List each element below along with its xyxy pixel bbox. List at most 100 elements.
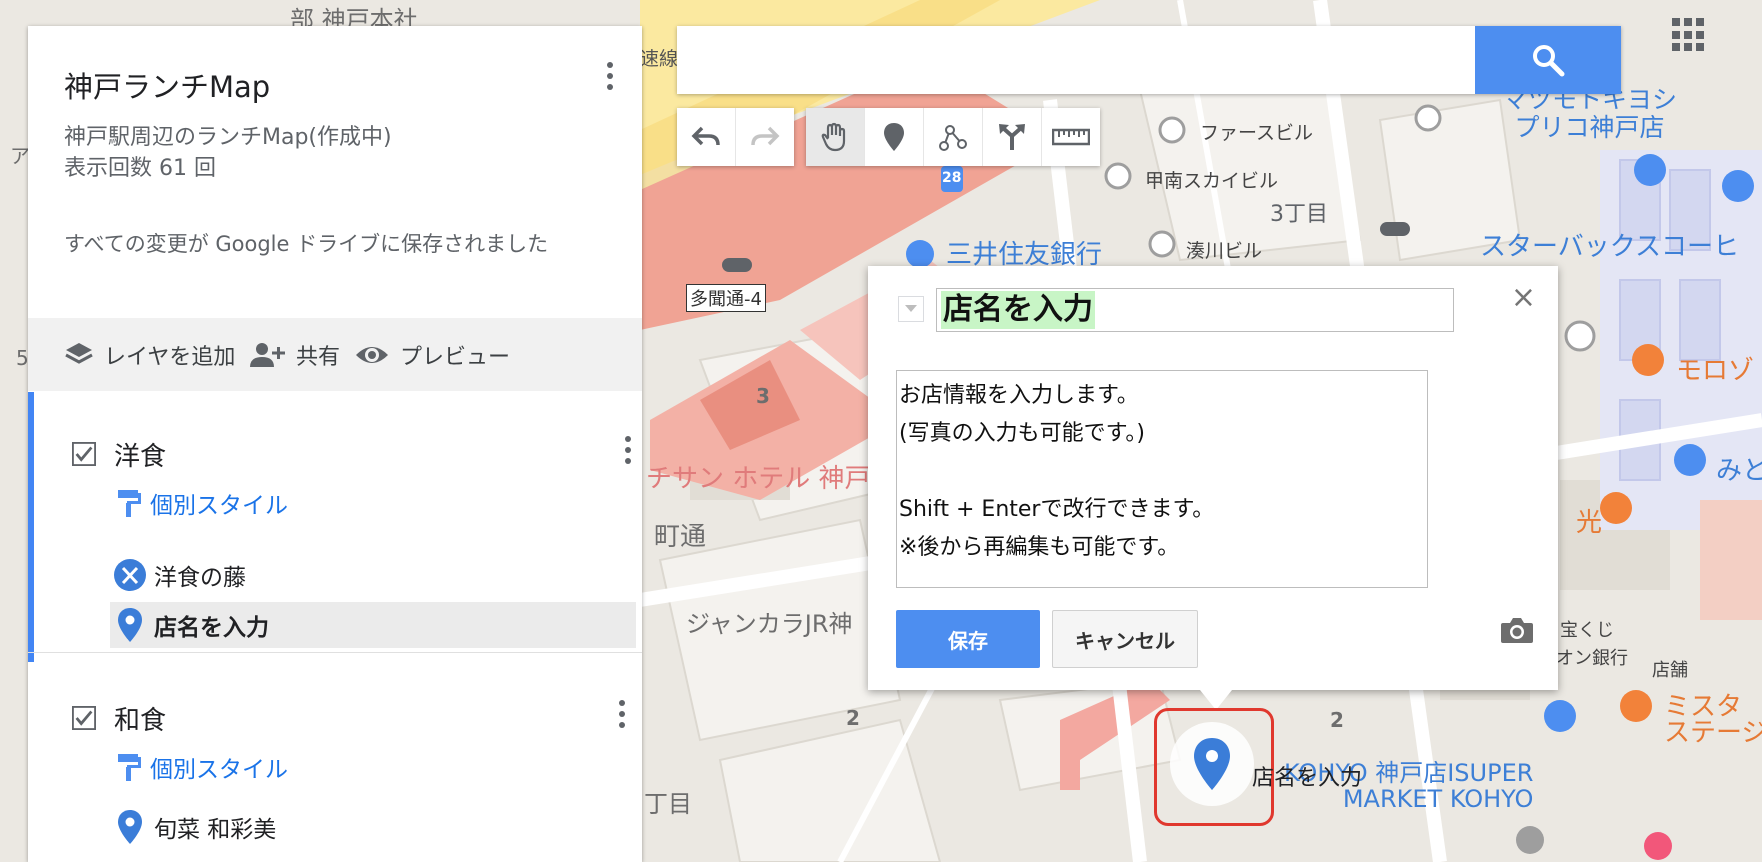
map-label: モロゾ — [1676, 356, 1755, 386]
place-name: 店名を入力 — [154, 615, 269, 641]
map-pin-icon — [1194, 738, 1230, 790]
map-pin-icon — [118, 810, 142, 844]
place-item[interactable]: 旬菜 和彩美 — [110, 804, 636, 850]
save-button[interactable]: 保存 — [896, 610, 1040, 668]
view-count: 表示回数 61 回 — [64, 156, 216, 181]
redo-button[interactable] — [736, 108, 794, 166]
more-options-icon[interactable] — [604, 62, 616, 100]
eye-icon — [356, 346, 388, 363]
layer-washoku: 和食 個別スタイル 旬菜 和彩美 — [28, 658, 642, 862]
measure-button[interactable] — [1042, 108, 1100, 166]
line-icon — [939, 125, 967, 151]
add-marker-button[interactable] — [865, 108, 924, 166]
individual-style-link[interactable]: 個別スタイル — [116, 486, 288, 520]
divider — [28, 652, 642, 653]
add-layer-label: レイヤを追加 — [104, 344, 236, 370]
marker-label: 店名を入力 — [1252, 766, 1363, 791]
map-label: スターバックスコーヒ — [1480, 232, 1739, 262]
map-label: 2 — [1330, 708, 1344, 732]
close-icon[interactable]: × — [1511, 280, 1536, 315]
hand-icon — [821, 122, 846, 152]
layer-name[interactable]: 和食 — [114, 700, 166, 737]
search-bar — [677, 26, 1621, 94]
style-dropdown[interactable] — [898, 296, 924, 322]
restaurant-icon — [114, 559, 146, 591]
apps-grid-icon[interactable] — [1672, 18, 1706, 52]
individual-style-label: 個別スタイル — [150, 493, 288, 519]
marker-icon — [884, 123, 904, 151]
place-item[interactable]: 洋食の藤 — [110, 552, 636, 598]
feature-edit-popup: 店名を入力 × お店情報を入力します。 (写真の入力も可能です。) Shift … — [868, 266, 1558, 710]
draw-line-button[interactable] — [924, 108, 983, 166]
layer-visibility-checkbox[interactable] — [72, 706, 96, 730]
add-layer-button[interactable]: レイヤを追加 — [64, 318, 235, 391]
map-label: 店舗 — [1652, 660, 1688, 681]
map-label: 28 — [942, 170, 962, 186]
popup-pointer — [1200, 690, 1232, 710]
paint-roller-icon — [118, 754, 141, 781]
undo-icon — [691, 126, 720, 146]
map-label: 丁目 — [644, 790, 692, 818]
chevron-down-icon — [905, 305, 917, 312]
map-label: 2 — [846, 706, 860, 730]
map-title[interactable]: 神戸ランチMap — [64, 64, 270, 106]
place-name-value: 店名を入力 — [941, 291, 1095, 329]
map-legend-panel: 神戸ランチMap 神戸駅周辺のランチMap(作成中) 表示回数 61 回 すべて… — [28, 26, 642, 862]
layer-yoshoku: 洋食 個別スタイル 洋食の藤 店名を入力 — [28, 392, 648, 662]
map-label: ジャンカラJR神 — [686, 610, 853, 638]
map-label: チサン ホテル 神戸 — [646, 464, 871, 494]
share-label: 共有 — [296, 344, 341, 370]
pan-tool-button[interactable] — [806, 108, 865, 166]
place-description-field[interactable]: お店情報を入力します。 (写真の入力も可能です。) Shift + Enterで… — [896, 370, 1428, 588]
redo-icon — [751, 126, 780, 146]
place-name: 洋食の藤 — [154, 565, 246, 591]
map-label: 多聞通-4 — [686, 284, 766, 312]
undo-redo-group — [677, 108, 794, 166]
share-button[interactable]: 共有 — [250, 318, 340, 391]
map-label: みと — [1716, 456, 1762, 486]
map-label: ステージ — [1664, 718, 1762, 748]
individual-style-link[interactable]: 個別スタイル — [116, 750, 288, 784]
preview-label: プレビュー — [400, 344, 511, 370]
search-icon — [1533, 45, 1565, 77]
map-label: 速線 — [640, 48, 679, 70]
new-place-marker[interactable] — [1170, 722, 1254, 806]
layer-options-icon[interactable] — [622, 436, 634, 474]
place-item-selected[interactable]: 店名を入力 — [110, 602, 636, 648]
map-description[interactable]: 神戸駅周辺のランチMap(作成中) — [64, 122, 392, 153]
layer-name[interactable]: 洋食 — [114, 436, 166, 473]
layers-icon — [65, 342, 93, 364]
map-label: 光 — [1576, 508, 1603, 538]
map-label: 3丁目 — [1270, 202, 1328, 227]
directions-icon — [999, 124, 1025, 150]
map-label: ファースビル — [1200, 122, 1314, 144]
add-person-icon — [250, 342, 285, 367]
search-button[interactable] — [1475, 26, 1621, 94]
save-status: すべての変更が Google ドライブに保存されました — [64, 232, 549, 256]
map-label: 甲南スカイビル — [1145, 170, 1279, 192]
map-label: 宝くじ — [1560, 620, 1614, 641]
map-label: マツモトキヨシ プリコ神戸店 — [1502, 85, 1678, 142]
ruler-icon — [1052, 128, 1090, 146]
layer-visibility-checkbox[interactable] — [72, 442, 96, 466]
map-label: 湊川ビル — [1186, 240, 1263, 262]
preview-button[interactable]: プレビュー — [354, 318, 510, 391]
directions-button[interactable] — [983, 108, 1042, 166]
map-label: 3 — [756, 384, 770, 408]
undo-button[interactable] — [677, 108, 736, 166]
place-name: 旬菜 和彩美 — [154, 817, 277, 843]
layer-options-icon[interactable] — [616, 700, 628, 738]
camera-icon[interactable] — [1500, 616, 1534, 644]
map-label: オン銀行 — [1556, 648, 1628, 669]
panel-action-bar: レイヤを追加 共有 プレビュー — [28, 318, 642, 391]
map-label: 町通 — [654, 522, 707, 552]
individual-style-label: 個別スタイル — [150, 757, 288, 783]
place-name-field[interactable]: 店名を入力 — [936, 288, 1454, 332]
cancel-button[interactable]: キャンセル — [1052, 610, 1198, 668]
paint-roller-icon — [118, 490, 141, 517]
map-label: ア — [10, 144, 30, 168]
drawing-tools-group — [806, 108, 1100, 166]
map-label: 5 — [16, 346, 29, 370]
search-input[interactable] — [691, 36, 1475, 84]
map-description-block: 神戸駅周辺のランチMap(作成中) 表示回数 61 回 — [64, 122, 392, 184]
